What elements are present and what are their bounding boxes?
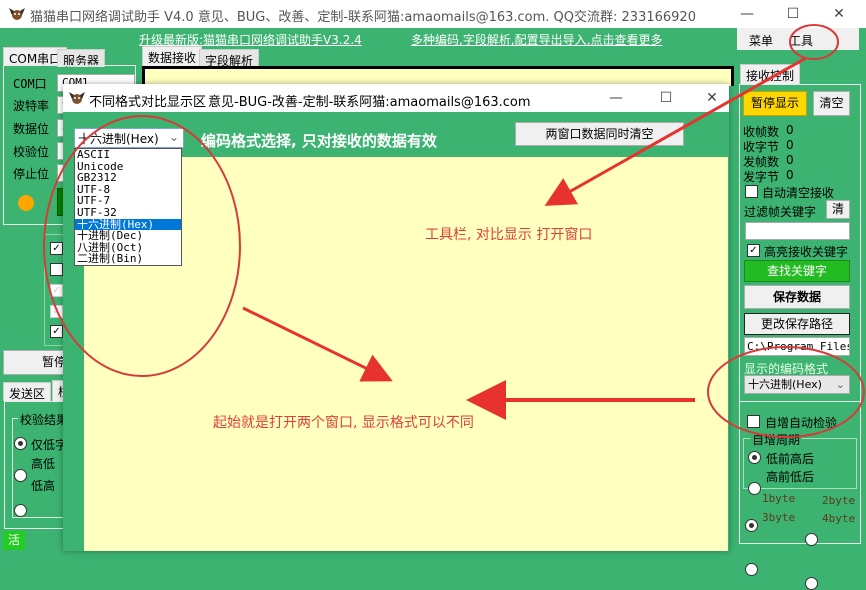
- toolbar-annotation: 工具栏, 对比显示 打开窗口: [425, 227, 593, 243]
- port-label: COM口: [13, 77, 47, 91]
- low-first-label: 低前高后: [766, 452, 815, 466]
- byte4-radio[interactable]: [805, 577, 818, 590]
- byte3-label: 3byte: [762, 511, 796, 524]
- option-checkbox-5[interactable]: ✓: [50, 325, 63, 338]
- checksum-radio-2[interactable]: [14, 469, 27, 482]
- format-option-ascii[interactable]: ASCII: [75, 149, 181, 161]
- display-encoding-value: 十六进制(Hex): [748, 378, 822, 391]
- checksum-option-3: 低高: [31, 479, 56, 493]
- minimize-button[interactable]: —: [724, 0, 770, 28]
- checksum-option-2: 高低: [31, 457, 56, 471]
- byte2-label: 2byte: [822, 494, 856, 507]
- byte1-radio[interactable]: [745, 519, 758, 532]
- cat-app-icon: [68, 90, 86, 106]
- tx-bytes-value: 0: [786, 168, 794, 182]
- parity-label: 校验位: [13, 145, 50, 159]
- format-option-utf32[interactable]: UTF-32: [75, 207, 181, 219]
- auto-clear-label: 自动清空接收: [762, 186, 835, 200]
- rx-frames-value: 0: [786, 123, 794, 137]
- maximize-button[interactable]: ☐: [770, 0, 816, 28]
- more-features-link[interactable]: 多种编码,字段解析,配置导出导入,点击查看更多: [411, 31, 662, 48]
- auto-clear-checkbox[interactable]: [745, 185, 758, 198]
- pause-send-button[interactable]: 暂停: [3, 350, 66, 375]
- cat-app-icon: [8, 6, 26, 22]
- popup-close-button[interactable]: ✕: [689, 84, 735, 112]
- format-hint-label: 编码格式选择, 只对接收的数据有效: [201, 132, 437, 150]
- clear-receive-button[interactable]: 清空: [813, 91, 850, 116]
- main-window-title: 猫猫串口网络调试助手 V4.0 意见、BUG、改善、定制-联系阿猫:amaoma…: [30, 10, 696, 25]
- divider: [739, 401, 861, 402]
- popup-title-bar: 不同格式对比显示区 意见-BUG-改善-定制-联系阿猫:amaomails@16…: [63, 84, 729, 112]
- compare-display-window: 不同格式对比显示区 意见-BUG-改善-定制-联系阿猫:amaomails@16…: [63, 84, 729, 551]
- tab-receive-control[interactable]: 接收控制: [740, 64, 801, 84]
- byte4-label: 4byte: [822, 512, 856, 525]
- tab-send-area[interactable]: 发送区: [3, 382, 52, 401]
- format-option-bin[interactable]: 二进制(Bin): [75, 253, 181, 265]
- format-option-dec[interactable]: 十进制(Dec): [75, 230, 181, 242]
- increment-group-title: 自增周期: [750, 431, 803, 448]
- option-checkbox-2[interactable]: [50, 263, 63, 276]
- format-select-value: 十六进制(Hex): [78, 132, 159, 146]
- popup-subtitle: 意见-BUG-改善-定制-联系阿猫:amaomails@163.com: [208, 95, 531, 110]
- checksum-radio-3[interactable]: [14, 504, 27, 517]
- popup-title: 不同格式对比显示区: [89, 95, 207, 110]
- filter-clear-button[interactable]: 清: [826, 200, 850, 219]
- save-data-button[interactable]: 保存数据: [744, 285, 850, 309]
- auto-increment-checkbox[interactable]: [747, 415, 760, 428]
- option-checkbox-3[interactable]: ✓: [50, 284, 63, 297]
- byte2-radio[interactable]: [805, 533, 818, 546]
- close-button[interactable]: ✕: [816, 0, 862, 28]
- popup-maximize-button[interactable]: ☐: [643, 84, 689, 112]
- highlight-label: 高亮接收关键字: [764, 245, 849, 259]
- chevron-down-icon: ⌄: [168, 130, 179, 144]
- change-save-path-button[interactable]: 更改保存路径: [744, 313, 850, 335]
- baud-label: 波特率: [13, 99, 50, 113]
- format-select[interactable]: 十六进制(Hex) ⌄: [74, 128, 184, 148]
- tab-field-parse[interactable]: 字段解析: [199, 49, 260, 68]
- tx-bytes-label: 发字节: [743, 170, 780, 184]
- auto-increment-label: 自增自动检验: [765, 416, 838, 430]
- option-checkbox-4[interactable]: ✓: [50, 305, 63, 318]
- tx-frames-value: 0: [786, 153, 794, 167]
- menu-button[interactable]: 菜单: [749, 32, 773, 49]
- stop-bits-label: 停止位: [13, 167, 50, 181]
- status-active-label: 活: [3, 531, 25, 550]
- byte3-radio[interactable]: [745, 563, 758, 576]
- find-keyword-button[interactable]: 查找关键字: [744, 260, 850, 282]
- checksum-panel: 校验结果 仅低字 高低 低高: [4, 401, 71, 529]
- low-first-radio[interactable]: [748, 451, 761, 464]
- tab-data-receive[interactable]: 数据接收: [142, 46, 203, 66]
- checksum-option-1: 仅低字: [31, 438, 68, 452]
- pause-display-button[interactable]: 暂停显示: [743, 91, 807, 116]
- chevron-down-icon: ⌄: [835, 378, 845, 391]
- main-title-bar: 猫猫串口网络调试助手 V4.0 意见、BUG、改善、定制-联系阿猫:amaoma…: [0, 0, 866, 28]
- receive-text-area[interactable]: [142, 66, 734, 86]
- menu-bar: 菜单 工具: [737, 28, 859, 50]
- status-indicator-icon: [18, 195, 34, 211]
- byte1-label: 1byte: [762, 492, 796, 505]
- checksum-radio-1[interactable]: [14, 437, 27, 450]
- data-bits-label: 数据位: [13, 122, 50, 136]
- filter-keyword-input[interactable]: [745, 222, 850, 240]
- format-dropdown-list: ASCII Unicode GB2312 UTF-8 UTF-7 UTF-32 …: [74, 148, 182, 266]
- start-annotation: 起始就是打开两个窗口, 显示格式可以不同: [213, 415, 474, 431]
- save-path-field[interactable]: C:\Program Files: [744, 337, 850, 356]
- highlight-checkbox[interactable]: ✓: [747, 244, 760, 257]
- tools-button[interactable]: 工具: [789, 32, 813, 49]
- high-first-radio[interactable]: [748, 482, 761, 495]
- option-checkbox-1[interactable]: ✓: [50, 242, 63, 255]
- display-encoding-select[interactable]: 十六进制(Hex) ⌄: [744, 375, 850, 394]
- filter-keyword-label: 过滤帧关键字: [744, 205, 817, 219]
- rx-bytes-value: 0: [786, 138, 794, 152]
- high-first-label: 高前低后: [766, 470, 815, 484]
- popup-minimize-button[interactable]: —: [593, 84, 639, 112]
- clear-both-windows-button[interactable]: 两窗口数据同时清空: [515, 122, 684, 146]
